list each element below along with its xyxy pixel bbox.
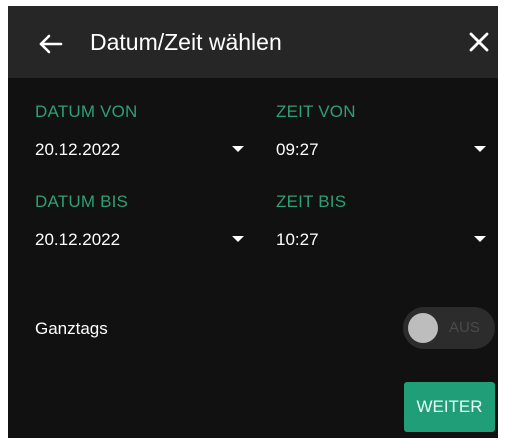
chevron-down-icon bbox=[232, 236, 244, 242]
date-to-value: 20.12.2022 bbox=[35, 230, 121, 249]
time-from-label: ZEIT VON bbox=[276, 102, 356, 121]
time-to-select[interactable]: ZEIT BIS 10:27 bbox=[276, 192, 486, 252]
close-button[interactable] bbox=[464, 27, 494, 57]
time-from-value: 09:27 bbox=[276, 140, 319, 159]
chevron-down-icon bbox=[474, 236, 486, 242]
time-to-value: 10:27 bbox=[276, 230, 319, 249]
close-icon bbox=[469, 32, 489, 52]
chevron-down-icon bbox=[232, 146, 244, 152]
next-button[interactable]: WEITER bbox=[404, 382, 495, 432]
all-day-label: Ganztags bbox=[35, 319, 108, 338]
date-to-select[interactable]: DATUM BIS 20.12.2022 bbox=[35, 192, 245, 252]
date-from-value: 20.12.2022 bbox=[35, 140, 121, 159]
chevron-down-icon bbox=[474, 146, 486, 152]
all-day-toggle[interactable]: AUS bbox=[403, 307, 495, 349]
time-from-select[interactable]: ZEIT VON 09:27 bbox=[276, 102, 486, 162]
dialog-title: Datum/Zeit wählen bbox=[90, 29, 282, 55]
date-to-label: DATUM BIS bbox=[35, 192, 129, 211]
toggle-knob bbox=[408, 313, 438, 343]
date-from-select[interactable]: DATUM VON 20.12.2022 bbox=[35, 102, 245, 162]
time-to-label: ZEIT BIS bbox=[276, 192, 347, 211]
arrow-left-icon bbox=[39, 34, 63, 54]
toggle-state-text: AUS bbox=[449, 319, 480, 336]
date-time-dialog: Datum/Zeit wählen DATUM VON 20.12.2022 Z… bbox=[8, 6, 498, 438]
dialog-header: Datum/Zeit wählen bbox=[8, 6, 498, 78]
date-from-label: DATUM VON bbox=[35, 102, 138, 121]
back-button[interactable] bbox=[32, 26, 68, 62]
